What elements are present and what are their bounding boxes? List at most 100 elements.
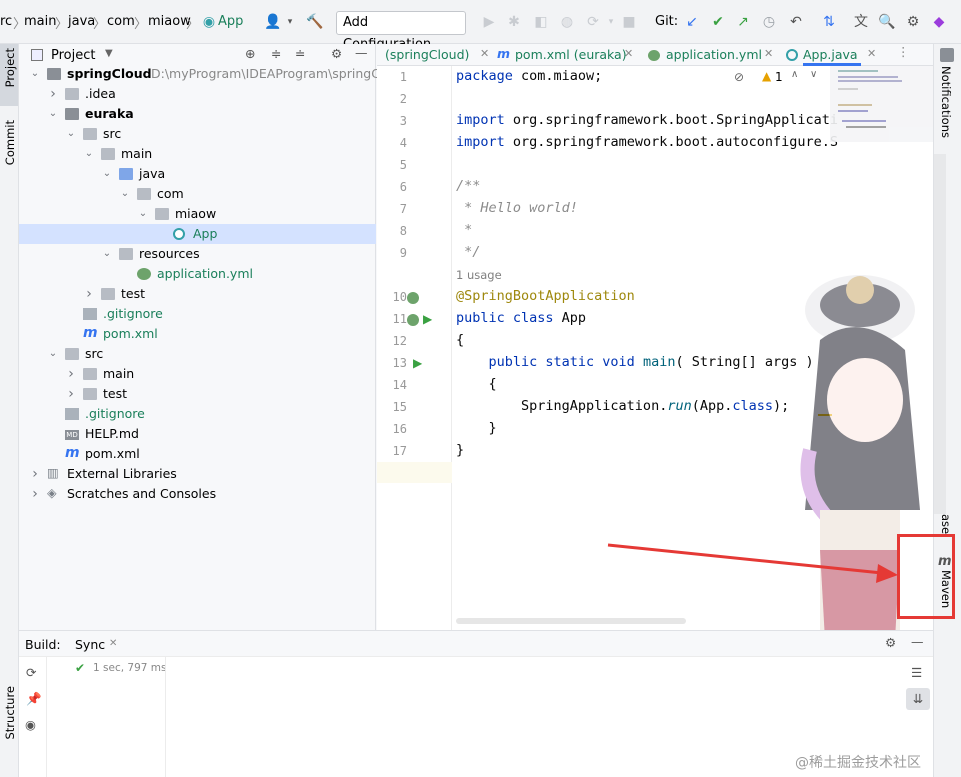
minimize-icon[interactable]: — <box>355 45 368 60</box>
tab-pom-xml[interactable]: pom.xml (euraka) <box>515 44 627 66</box>
tab-application-yml[interactable]: application.yml <box>666 44 762 66</box>
more-run-icon[interactable]: ⟳ <box>584 13 602 31</box>
collapse-all-icon[interactable]: ≐ <box>295 46 305 61</box>
profile-icon[interactable]: ◍ <box>558 13 576 31</box>
coverage-icon[interactable]: ◧ <box>532 13 550 31</box>
tree-item[interactable]: ⌄ miaow <box>19 204 376 224</box>
usage-hint[interactable]: 1 usage <box>456 268 502 282</box>
code-minimap[interactable] <box>830 66 933 142</box>
chevron-down-icon[interactable]: ⌄ <box>101 164 113 184</box>
chevron-right-icon[interactable]: › <box>29 484 41 504</box>
tree-item[interactable]: m pom.xml <box>19 444 376 464</box>
project-panel-title[interactable]: Project <box>51 48 95 63</box>
gear-icon[interactable]: ⚙ <box>904 13 922 31</box>
run-gutter-icon[interactable]: ▶ <box>413 356 422 370</box>
chevron-right-icon[interactable]: › <box>65 364 77 384</box>
soft-wrap-icon[interactable]: ☰ <box>911 665 922 680</box>
sync-result-text[interactable]: 1 sec, 797 ms <box>93 662 166 674</box>
structure-tool-button[interactable]: Structure <box>3 686 17 740</box>
tree-item[interactable]: ⌄ euraka <box>19 104 376 124</box>
tab-app-java[interactable]: App.java <box>803 44 861 66</box>
minimize-icon[interactable]: — <box>911 634 924 649</box>
run-icon[interactable]: ▶ <box>480 13 498 31</box>
tab-sync[interactable]: Sync <box>75 637 105 652</box>
search-icon[interactable]: 🔍 <box>878 13 896 31</box>
chevron-down-icon[interactable]: ⌄ <box>119 184 131 204</box>
chevron-down-icon[interactable]: ▾ <box>281 13 299 31</box>
tree-item[interactable]: ⌄ src <box>19 124 376 144</box>
spring-bean-icon[interactable] <box>407 314 419 326</box>
breadcrumb-java[interactable]: java <box>68 14 95 29</box>
add-configuration-button[interactable]: Add Configuration... <box>336 11 466 52</box>
expand-all-icon[interactable]: ≑ <box>271 46 281 61</box>
commit-tool-button[interactable]: Commit <box>3 120 17 165</box>
chevron-down-icon[interactable]: ⌄ <box>47 104 59 124</box>
tree-item[interactable]: ⌄ main <box>19 144 376 164</box>
close-icon[interactable]: ✕ <box>867 47 876 60</box>
tree-item[interactable]: m pom.xml <box>19 324 376 344</box>
reader-mode-icon[interactable]: ⊘ <box>734 70 744 84</box>
breadcrumb-app[interactable]: App <box>218 14 243 29</box>
tab-springcloud[interactable]: (springCloud) <box>385 44 469 66</box>
warning-icon[interactable]: ▲ <box>762 69 771 83</box>
chevron-down-icon[interactable]: ⌄ <box>47 344 59 364</box>
breadcrumb-miaow[interactable]: miaow <box>148 14 191 29</box>
scroll-to-end-icon[interactable]: ⇊ <box>906 688 930 710</box>
tab-more-icon[interactable]: ⋮ <box>897 44 910 59</box>
close-icon[interactable]: ✕ <box>480 47 489 60</box>
chevron-right-icon[interactable]: › <box>65 384 77 404</box>
refresh-icon[interactable]: ⟳ <box>26 665 36 680</box>
update-project-icon[interactable]: ⇅ <box>820 13 838 31</box>
chevron-down-icon[interactable]: ⌄ <box>65 124 77 144</box>
tree-item[interactable]: App <box>19 224 376 244</box>
rollback-icon[interactable]: ↶ <box>787 13 805 31</box>
jetbrains-logo-icon[interactable]: ◆ <box>930 13 948 31</box>
stop-icon[interactable]: ■ <box>620 13 638 31</box>
notifications-tool-button[interactable]: Notifications <box>939 66 953 138</box>
horizontal-scrollbar[interactable] <box>456 618 686 624</box>
tree-item[interactable]: › test <box>19 384 376 404</box>
chevron-down-icon[interactable]: ▾ <box>602 13 620 31</box>
project-tool-button[interactable]: Project <box>3 48 17 87</box>
chevron-right-icon[interactable]: › <box>47 84 59 104</box>
breadcrumb-main[interactable]: main <box>24 14 56 29</box>
close-icon[interactable]: ✕ <box>764 47 773 60</box>
tree-item[interactable]: › ▥ External Libraries <box>19 464 376 484</box>
tree-item[interactable]: ⌄ resources <box>19 244 376 264</box>
git-commit-icon[interactable]: ✔ <box>709 13 727 31</box>
eye-icon[interactable]: ◉ <box>25 717 36 732</box>
tree-item[interactable]: .gitignore <box>19 404 376 424</box>
close-icon[interactable]: ✕ <box>109 638 117 649</box>
locate-icon[interactable]: ⊕ <box>245 46 255 61</box>
chevron-down-icon[interactable]: ⌄ <box>29 64 41 84</box>
chevron-down-icon[interactable]: ∨ <box>810 69 817 80</box>
notifications-bell-icon[interactable] <box>940 48 954 62</box>
chevron-down-icon[interactable]: ⌄ <box>101 244 113 264</box>
tree-item[interactable]: › test <box>19 284 376 304</box>
tree-item[interactable]: .gitignore <box>19 304 376 324</box>
breadcrumb-com[interactable]: com <box>107 14 135 29</box>
tree-item[interactable]: › main <box>19 364 376 384</box>
chevron-up-icon[interactable]: ∧ <box>791 69 798 80</box>
translate-icon[interactable]: 文 <box>852 13 870 31</box>
git-push-icon[interactable]: ↗ <box>734 13 752 31</box>
pin-icon[interactable]: 📌 <box>26 691 42 707</box>
debug-icon[interactable]: ✱ <box>505 13 523 31</box>
breadcrumb-root[interactable]: rc <box>0 14 12 29</box>
tree-item[interactable]: ⌄ src <box>19 344 376 364</box>
tree-item[interactable]: › .idea <box>19 84 376 104</box>
build-hammer-icon[interactable]: 🔨 <box>306 13 324 31</box>
tree-item[interactable]: ⌄ springCloud D:\myProgram\IDEAProgram\spr… <box>19 64 399 84</box>
history-icon[interactable]: ◷ <box>760 13 778 31</box>
tree-item[interactable]: ⌄ com <box>19 184 376 204</box>
tree-item[interactable]: › ◈ Scratches and Consoles <box>19 484 376 504</box>
chevron-down-icon[interactable]: ⌄ <box>137 204 149 224</box>
spring-bean-icon[interactable] <box>407 292 419 304</box>
gear-icon[interactable]: ⚙ <box>331 46 342 61</box>
tree-item[interactable]: application.yml <box>19 264 376 284</box>
chevron-down-icon[interactable]: ⌄ <box>83 144 95 164</box>
user-icon[interactable]: 👤 <box>264 13 282 31</box>
chevron-right-icon[interactable]: › <box>83 284 95 304</box>
tree-item[interactable]: ⌄ java <box>19 164 376 184</box>
chevron-down-icon[interactable]: ▼ <box>105 48 113 59</box>
